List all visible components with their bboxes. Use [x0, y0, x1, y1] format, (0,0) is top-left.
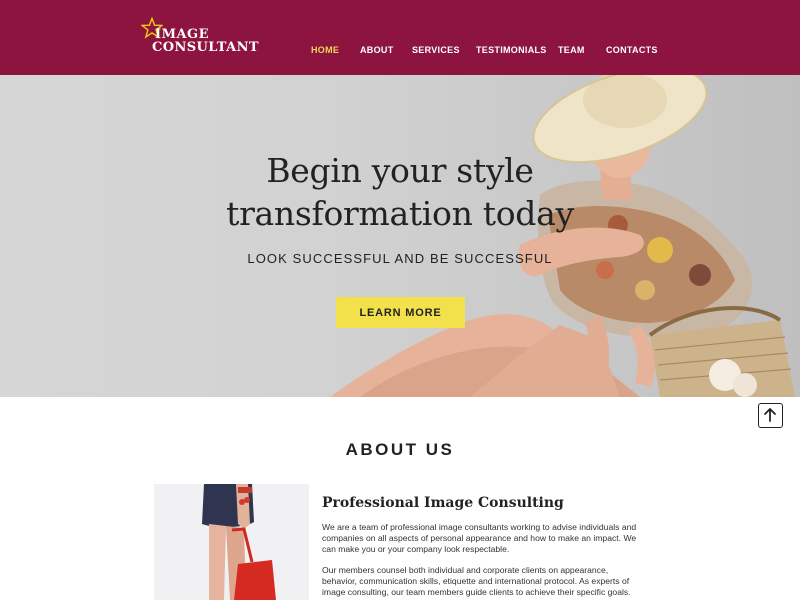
about-paragraph-2: Our members counsel both individual and …	[322, 565, 631, 597]
hero-title: Begin your style transformation today	[200, 149, 600, 235]
about-paragraph-1: We are a team of professional image cons…	[322, 522, 637, 554]
about-model-image	[154, 484, 309, 600]
scroll-top-button[interactable]	[758, 403, 783, 428]
nav-item-contacts[interactable]: CONTACTS	[606, 45, 658, 55]
nav-item-services[interactable]: SERVICES	[412, 45, 460, 55]
site-header: IMAGE CONSULTANT HOME ABOUT SERVICES TES…	[0, 0, 800, 75]
about-heading: Professional Image Consulting	[322, 495, 564, 511]
hero-model-image	[330, 75, 795, 397]
about-image	[154, 484, 309, 600]
nav-item-team[interactable]: TEAM	[558, 45, 585, 55]
nav-item-about[interactable]: ABOUT	[360, 45, 394, 55]
about-section-title: ABOUT US	[345, 440, 455, 459]
hero-section: Begin your style transformation today LO…	[0, 75, 800, 397]
learn-more-button[interactable]: LEARN MORE	[336, 297, 465, 328]
logo[interactable]: IMAGE CONSULTANT	[141, 17, 259, 57]
nav-item-testimonials[interactable]: TESTIMONIALS	[476, 45, 547, 55]
hero-title-line2: transformation today	[226, 194, 574, 233]
hero-title-line1: Begin your style	[266, 151, 534, 190]
arrow-up-icon	[764, 408, 776, 422]
logo-text-line2: CONSULTANT	[152, 40, 259, 55]
hero-subtitle: LOOK SUCCESSFUL AND BE SUCCESSFUL	[247, 251, 553, 266]
nav-item-home[interactable]: HOME	[311, 45, 339, 55]
